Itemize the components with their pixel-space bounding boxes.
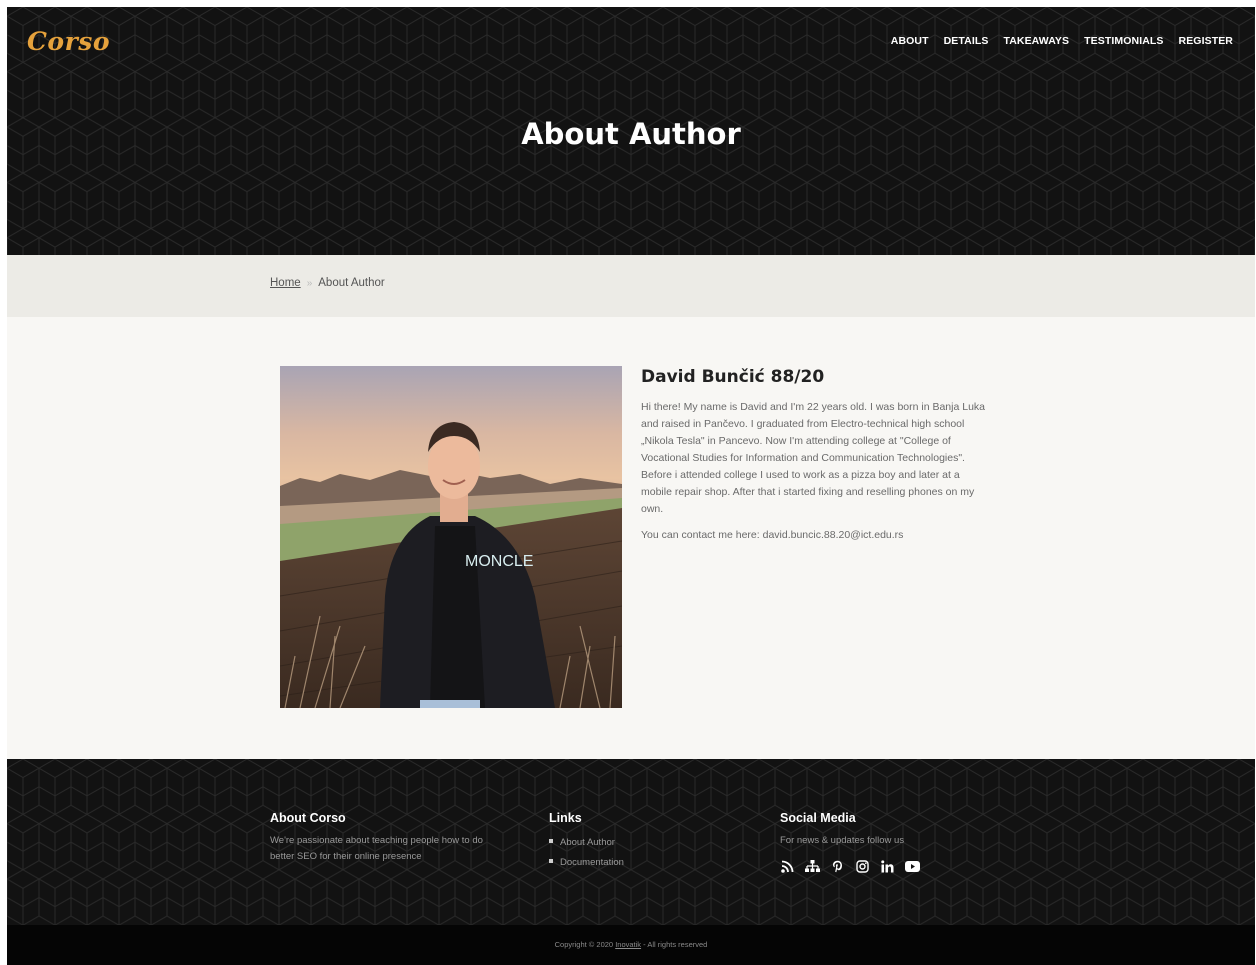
nav-about[interactable]: ABOUT — [891, 35, 929, 47]
page-title: About Author — [521, 117, 741, 151]
hero-header: Corso ABOUT DETAILS TAKEAWAYS TESTIMONIA… — [7, 7, 1255, 255]
nav-register[interactable]: REGISTER — [1179, 35, 1233, 47]
footer-links: Links About Author Documentation — [549, 811, 624, 873]
footer-link-about-author[interactable]: About Author — [549, 833, 624, 853]
footer-links-heading: Links — [549, 811, 582, 825]
sitemap-icon[interactable] — [805, 859, 820, 874]
pinterest-icon[interactable] — [830, 859, 845, 874]
footer: About Corso We're passionate about teach… — [7, 759, 1255, 925]
nav-testimonials[interactable]: TESTIMONIALS — [1084, 35, 1163, 47]
copyright-bar: Copyright © 2020 Inovatik - All rights r… — [7, 925, 1255, 965]
linkedin-icon[interactable] — [880, 859, 895, 874]
breadcrumb: Home » About Author — [270, 277, 385, 289]
author-bio: Hi there! My name is David and I'm 22 ye… — [641, 401, 986, 515]
author-contact: You can contact me here: david.buncic.88… — [641, 529, 904, 541]
author-info: David Bunčić 88/20 Hi there! My name is … — [641, 367, 986, 553]
copyright-link[interactable]: Inovatik — [615, 940, 641, 949]
footer-social: Social Media For news & updates follow u… — [780, 811, 920, 874]
rss-icon[interactable] — [780, 859, 795, 874]
youtube-icon[interactable] — [905, 859, 920, 874]
nav-takeaways[interactable]: TAKEAWAYS — [1003, 35, 1069, 47]
shirt-text: MONCLE — [465, 553, 533, 570]
main-nav: ABOUT DETAILS TAKEAWAYS TESTIMONIALS REG… — [891, 35, 1233, 47]
nav-details[interactable]: DETAILS — [944, 35, 989, 47]
footer-about: About Corso We're passionate about teach… — [270, 811, 485, 865]
bullet-icon — [549, 859, 553, 864]
breadcrumb-current: About Author — [318, 277, 385, 289]
social-icons — [780, 859, 920, 874]
footer-link-documentation[interactable]: Documentation — [549, 853, 624, 873]
breadcrumb-home-link[interactable]: Home — [270, 277, 301, 289]
footer-about-heading: About Corso — [270, 811, 346, 825]
instagram-icon[interactable] — [855, 859, 870, 874]
author-name: David Bunčić 88/20 — [641, 367, 825, 387]
logo[interactable]: Corso — [27, 27, 110, 56]
breadcrumb-bar: Home » About Author — [7, 255, 1255, 317]
cube-pattern-background — [7, 759, 1255, 925]
page: Corso ABOUT DETAILS TAKEAWAYS TESTIMONIA… — [7, 7, 1255, 965]
footer-social-text: For news & updates follow us — [780, 835, 905, 846]
breadcrumb-separator: » — [306, 278, 313, 289]
author-photo: MONCLE — [280, 366, 622, 708]
footer-social-heading: Social Media — [780, 811, 856, 825]
bullet-icon — [549, 839, 553, 844]
footer-about-text: We're passionate about teaching people h… — [270, 835, 483, 862]
copyright-prefix: Copyright © 2020 — [554, 940, 614, 949]
copyright-suffix: - All rights reserved — [643, 940, 708, 949]
